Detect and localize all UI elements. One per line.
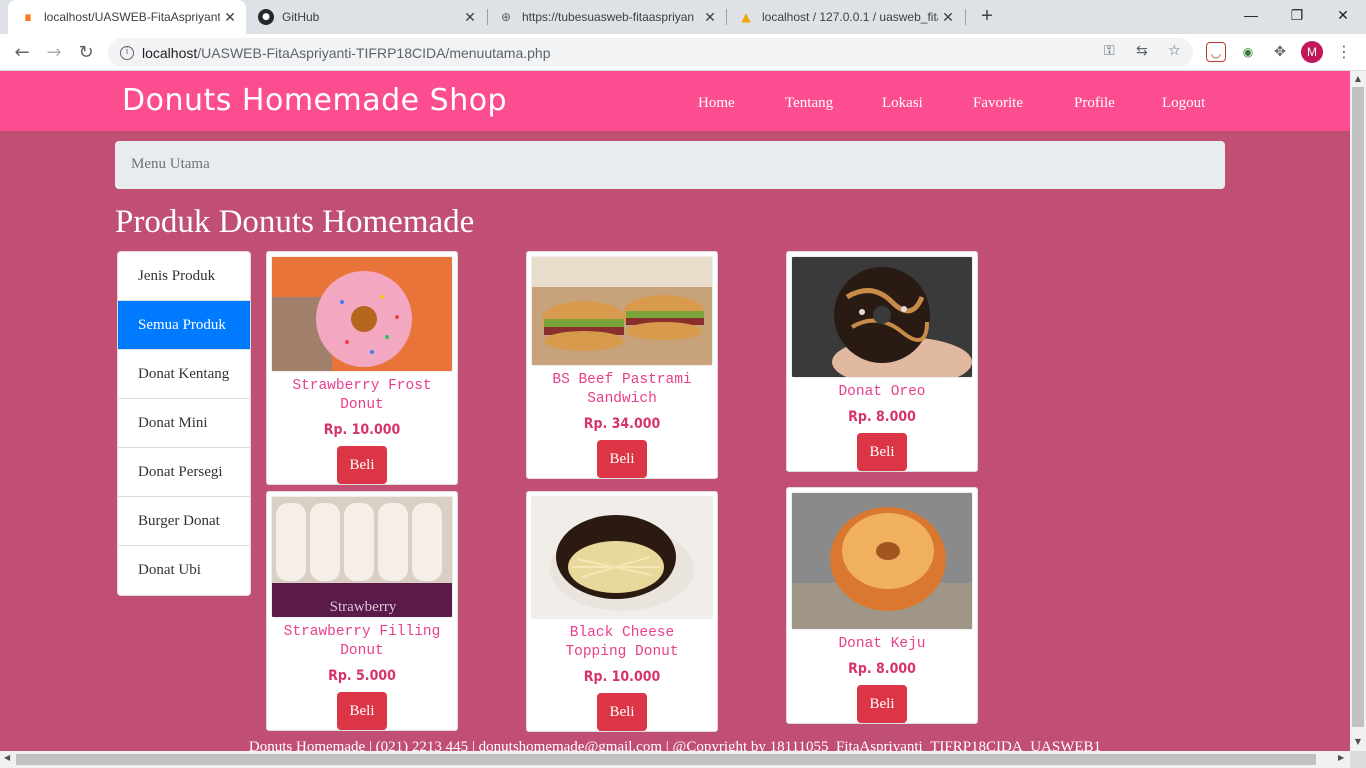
- sidebar-item-jenis-produk[interactable]: Jenis Produk: [118, 252, 250, 301]
- key-icon[interactable]: ⚿: [1104, 43, 1115, 59]
- buy-button[interactable]: Beli: [597, 693, 647, 731]
- product-image: [791, 256, 973, 378]
- site-brand[interactable]: Donuts Homemade Shop: [122, 83, 507, 118]
- bookmark-star-icon[interactable]: ☆: [1168, 43, 1181, 59]
- xampp-icon: ∎: [24, 10, 32, 24]
- scrollbar-thumb[interactable]: [1352, 87, 1364, 727]
- browser-tab[interactable]: ⊕ https://tubesuasweb-fitaaspriyan ✕: [486, 0, 726, 34]
- close-tab-icon[interactable]: ✕: [220, 9, 240, 26]
- scrollbar-thumb[interactable]: [16, 754, 1316, 765]
- tab-divider: [965, 9, 966, 25]
- new-tab-plus-icon[interactable]: +: [975, 5, 999, 29]
- product-image: Strawberry: [271, 496, 453, 618]
- web-page: Donuts Homemade Shop Home Tentang Lokasi…: [0, 71, 1350, 751]
- site-navbar: Donuts Homemade Shop Home Tentang Lokasi…: [0, 71, 1350, 131]
- product-price: Rp. 34.000: [583, 416, 661, 432]
- product-price: Rp. 8.000: [848, 661, 916, 677]
- sidebar-item-donat-mini[interactable]: Donat Mini: [118, 399, 250, 448]
- product-price: Rp. 10.000: [583, 669, 661, 685]
- globe-icon: ⊕: [500, 10, 512, 24]
- vertical-scrollbar[interactable]: ▲ ▼: [1350, 71, 1366, 751]
- window-close-icon[interactable]: ✕: [1320, 0, 1366, 30]
- scroll-right-arrow-icon[interactable]: ▶: [1338, 753, 1344, 762]
- restore-icon[interactable]: ❐: [1274, 0, 1320, 30]
- tab-title: GitHub: [282, 10, 320, 24]
- address-bar[interactable]: i localhost/UASWEB-FitaAspriyanti-TIFRP1…: [108, 38, 1193, 67]
- buy-button[interactable]: Beli: [597, 440, 647, 478]
- reload-icon[interactable]: ↻: [72, 39, 100, 67]
- browser-toolbar: ← → ↻ i localhost/UASWEB-FitaAspriyanti-…: [0, 34, 1366, 71]
- browser-tab[interactable]: ▲ localhost / 127.0.0.1 / uasweb_fita ✕: [726, 0, 964, 34]
- product-name[interactable]: Donat Oreo: [787, 383, 977, 402]
- browser-tab-bar: ∎ localhost/UASWEB-FitaAspriyanti ✕ ● Gi…: [0, 0, 1366, 34]
- scrollbar-corner: [1350, 751, 1366, 768]
- product-card: Donat Keju Rp. 8.000 Beli: [786, 487, 978, 724]
- product-card: BS Beef Pastrami Sandwich Rp. 34.000 Bel…: [526, 251, 718, 479]
- horizontal-scrollbar[interactable]: ◀ ▶: [0, 751, 1350, 768]
- scroll-up-arrow-icon[interactable]: ▲: [1350, 74, 1366, 83]
- sidebar-item-burger-donat[interactable]: Burger Donat: [118, 497, 250, 546]
- site-footer: Donuts Homemade | (021) 2213 445 | donut…: [248, 739, 1102, 751]
- product-image: [271, 256, 453, 372]
- nav-link-profile[interactable]: Profile: [1074, 95, 1115, 112]
- product-image: [531, 496, 713, 619]
- close-tab-icon[interactable]: ✕: [700, 9, 720, 26]
- product-name[interactable]: Donat Keju: [787, 635, 977, 654]
- sidebar-item-donat-ubi[interactable]: Donat Ubi: [118, 546, 250, 595]
- product-price: Rp. 5.000: [328, 668, 396, 684]
- product-card: Black Cheese Topping Donut Rp. 10.000 Be…: [526, 491, 718, 732]
- info-icon[interactable]: i: [120, 45, 134, 60]
- extensions-puzzle-icon[interactable]: ✥: [1270, 42, 1290, 62]
- sidebar-item-donat-kentang[interactable]: Donat Kentang: [118, 350, 250, 399]
- forward-arrow-icon[interactable]: →: [40, 39, 68, 67]
- product-name[interactable]: BS Beef Pastrami Sandwich: [527, 371, 717, 409]
- scroll-left-arrow-icon[interactable]: ◀: [4, 753, 10, 762]
- tab-title: localhost / 127.0.0.1 / uasweb_fita: [762, 10, 938, 24]
- extension-globe-icon[interactable]: ◉: [1238, 42, 1258, 62]
- url-path: /UASWEB-FitaAspriyanti-TIFRP18CIDA/menuu…: [197, 44, 551, 61]
- product-price: Rp. 10.000: [323, 422, 401, 438]
- github-icon: ●: [258, 9, 274, 25]
- nav-link-home[interactable]: Home: [698, 95, 735, 112]
- sidebar-item-donat-persegi[interactable]: Donat Persegi: [118, 448, 250, 497]
- buy-button[interactable]: Beli: [337, 446, 387, 484]
- close-tab-icon[interactable]: ✕: [938, 9, 958, 26]
- nav-link-favorite[interactable]: Favorite: [973, 95, 1023, 112]
- page-title: Produk Donuts Homemade: [115, 204, 475, 240]
- product-image: [791, 492, 973, 630]
- product-card: Strawberry Strawberry Filling Donut Rp. …: [266, 491, 458, 731]
- profile-avatar[interactable]: M: [1301, 41, 1323, 63]
- phpmyadmin-icon: ▲: [741, 10, 751, 24]
- product-name[interactable]: Strawberry Frost Donut: [267, 377, 457, 415]
- category-sidebar: Jenis Produk Semua Produk Donat Kentang …: [117, 251, 251, 596]
- buy-button[interactable]: Beli: [857, 685, 907, 723]
- buy-button[interactable]: Beli: [857, 433, 907, 471]
- tab-title: localhost/UASWEB-FitaAspriyanti: [44, 10, 220, 24]
- buy-button[interactable]: Beli: [337, 692, 387, 730]
- scroll-down-arrow-icon[interactable]: ▼: [1350, 737, 1366, 746]
- translate-icon[interactable]: ⇆: [1136, 43, 1148, 59]
- close-tab-icon[interactable]: ✕: [460, 9, 480, 26]
- browser-tab-active[interactable]: ∎ localhost/UASWEB-FitaAspriyanti ✕: [8, 0, 246, 34]
- product-name[interactable]: Strawberry Filling Donut: [267, 623, 457, 661]
- browser-tab[interactable]: ● GitHub ✕: [246, 0, 486, 34]
- back-arrow-icon[interactable]: ←: [8, 39, 36, 67]
- tab-title: https://tubesuasweb-fitaaspriyan: [522, 10, 695, 24]
- product-name[interactable]: Black Cheese Topping Donut: [527, 624, 717, 662]
- nav-link-lokasi[interactable]: Lokasi: [882, 95, 923, 112]
- product-price: Rp. 8.000: [848, 409, 916, 425]
- breadcrumb-item: Menu Utama: [131, 156, 210, 172]
- breadcrumb: Menu Utama: [115, 141, 1225, 189]
- minimize-icon[interactable]: —: [1228, 0, 1274, 30]
- pocket-extension-icon[interactable]: ◡: [1206, 42, 1226, 62]
- product-image: [531, 256, 713, 366]
- url-host: localhost: [142, 44, 198, 61]
- sidebar-item-semua-produk[interactable]: Semua Produk: [118, 301, 250, 350]
- nav-link-logout[interactable]: Logout: [1162, 95, 1205, 112]
- menu-kebab-icon[interactable]: ⋮: [1336, 42, 1352, 61]
- product-card: Strawberry Frost Donut Rp. 10.000 Beli: [266, 251, 458, 485]
- photo-caption: Strawberry: [330, 599, 397, 615]
- product-card: Donat Oreo Rp. 8.000 Beli: [786, 251, 978, 472]
- nav-link-tentang[interactable]: Tentang: [785, 95, 833, 112]
